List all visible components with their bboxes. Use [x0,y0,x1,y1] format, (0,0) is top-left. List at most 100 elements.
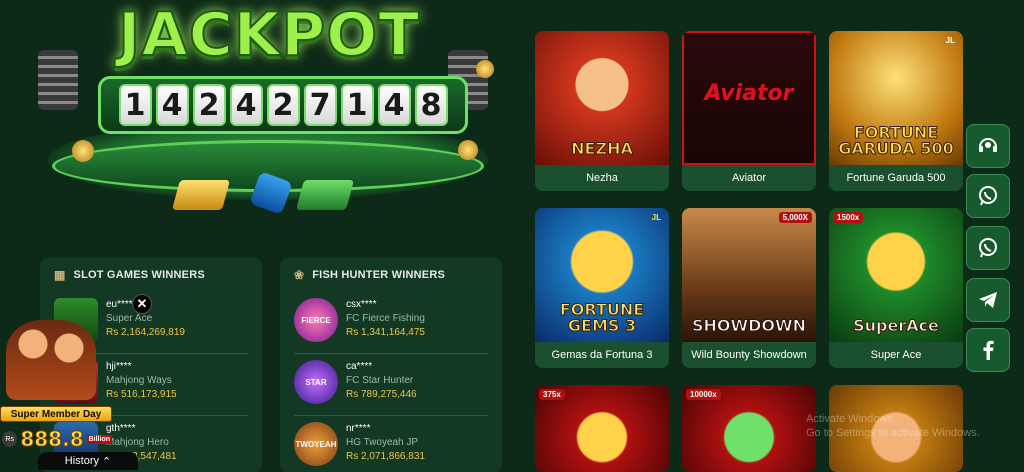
game-label: Gemas da Fortuna 3 [535,342,669,368]
coin-stack-left [38,50,78,110]
coin-icon [458,140,478,160]
jackpot-digit: 4 [229,84,263,126]
headset-icon [979,138,997,152]
provider-badge: JL [651,213,661,222]
thumbnail-label: STAR [305,377,327,387]
fish-winners-panel: ❀ FISH HUNTER WINNERS FIERCE csx**** FC … [280,258,502,472]
cash-icon [295,180,355,210]
chevron-up-icon: ⌃ [102,455,112,468]
whatsapp-button[interactable] [966,226,1010,270]
game-art-title: NEZHA [571,139,634,158]
promo-characters [6,320,96,400]
promo-amount: Rs 888.8 Billion [0,424,112,454]
winner-amount: Rs 1,341,164,475 [346,327,425,338]
game-label: Fortune Garuda 500 [829,165,963,191]
gold-bar-icon [171,180,231,210]
game-thumbnail: FIERCE [294,298,338,342]
jackpot-digit: 4 [155,84,189,126]
game-art-title: SHOWDOWN [691,316,807,335]
game-tile[interactable]: 10000x [682,385,816,472]
game-art: FORTUNE GARUDA 500 [829,31,963,165]
game-tile-aviator[interactable]: Aviator Aviator [682,31,816,191]
winner-amount: Rs 2,164,269,819 [106,327,185,338]
promo-banner: Super Member Day [0,406,112,422]
game-tile-wild-bounty[interactable]: SHOWDOWN 5,000X Wild Bounty Showdown [682,208,816,368]
jackpot-banner: JACKPOT 1 4 2 4 2 7 1 4 8 [28,0,508,230]
game-label: Nezha [535,165,669,191]
thumbnail-label: FIERCE [301,315,331,325]
winner-name: csx**** [346,299,377,310]
whatsapp-icon [979,186,997,206]
history-button[interactable]: History ⌃ [38,452,138,470]
fish-icon: ❀ [294,268,305,282]
multiplier-badge: 375x [539,389,565,400]
winner-game: Mahjong Ways [106,375,172,386]
telegram-icon [979,292,997,308]
winner-row[interactable]: FIERCE csx**** FC Fierce Fishing Rs 1,34… [294,292,488,354]
thumbnail-label: TWOYEAH [295,439,337,449]
promo-value: 888.8 [20,427,84,452]
game-label: Aviator [682,165,816,191]
fish-winners-header: ❀ FISH HUNTER WINNERS [294,268,488,282]
game-tile-fortune-garuda[interactable]: FORTUNE GARUDA 500 JL Fortune Garuda 500 [829,31,963,191]
coin-icon [476,60,494,78]
winner-amount: Rs 2,071,866,831 [346,451,425,462]
telegram-button[interactable] [966,278,1010,322]
facebook-button[interactable] [966,328,1010,372]
history-label: History [64,455,99,467]
game-label: Wild Bounty Showdown [682,342,816,368]
game-tile-fortune-gems[interactable]: FORTUNE GEMS 3 JL Gemas da Fortuna 3 [535,208,669,368]
winner-amount: Rs 789,275,446 [346,389,417,400]
jackpot-counter: 1 4 2 4 2 7 1 4 8 [98,76,468,134]
multiplier-badge: 5,000X [778,212,812,223]
winner-game: Super Ace [106,313,153,324]
winner-game: FC Fierce Fishing [346,313,425,324]
fish-winners-title: FISH HUNTER WINNERS [312,269,446,281]
multiplier-badge: 1500x [833,212,864,223]
jackpot-digit: 2 [192,84,226,126]
provider-badge: JL [945,36,955,45]
winner-name: ca**** [346,361,373,372]
jackpot-digit: 7 [303,84,337,126]
winner-name: hji**** [106,361,132,372]
close-icon[interactable]: ✕ [132,294,152,314]
game-thumbnail: STAR [294,360,338,404]
winner-name: gth**** [106,423,136,434]
winner-name: nr**** [346,423,371,434]
facebook-icon [983,340,994,360]
customer-support-button[interactable] [966,124,1010,168]
game-art-title: Aviator [704,81,794,106]
game-art: NEZHA [535,31,669,165]
game-tile[interactable]: 375x [535,385,669,472]
game-art-title: FORTUNE GARUDA 500 [838,123,954,158]
winner-amount: Rs 516,173,915 [106,389,177,400]
jackpot-digit: 4 [377,84,411,126]
game-tile[interactable] [829,385,963,472]
whatsapp-button[interactable] [966,174,1010,218]
winner-row[interactable]: TWOYEAH nr**** HG Twoyeah JP Rs 2,071,86… [294,416,488,472]
super-member-day-promo[interactable]: Super Member Day Rs 888.8 Billion [0,312,112,472]
game-art: Aviator [682,31,816,165]
slot-winners-header: ▦ SLOT GAMES WINNERS [54,268,248,282]
slot-machine-icon: ▦ [54,268,66,282]
game-art: FORTUNE GEMS 3 [535,208,669,342]
winner-game: HG Twoyeah JP [346,437,419,448]
currency-badge: Rs [2,431,18,447]
game-art-title: FORTUNE GEMS 3 [559,300,645,335]
slot-winners-title: SLOT GAMES WINNERS [73,269,205,281]
game-art [829,385,963,472]
game-thumbnail: TWOYEAH [294,422,338,466]
winner-game: Mahjong Hero [106,437,169,448]
game-art: SHOWDOWN [682,208,816,342]
jackpot-digit: 2 [266,84,300,126]
whatsapp-icon [979,238,997,258]
game-tile-super-ace[interactable]: SuperAce 1500x Super Ace [829,208,963,368]
jackpot-title: JACKPOT [117,0,421,71]
winner-row[interactable]: STAR ca**** FC Star Hunter Rs 789,275,44… [294,354,488,416]
game-art-title: SuperAce [853,316,940,335]
jackpot-digit: 1 [118,84,152,126]
game-label: Super Ace [829,342,963,368]
game-tile-nezha[interactable]: NEZHA Nezha [535,31,669,191]
coin-icon [72,140,94,162]
multiplier-badge: 10000x [686,389,721,400]
